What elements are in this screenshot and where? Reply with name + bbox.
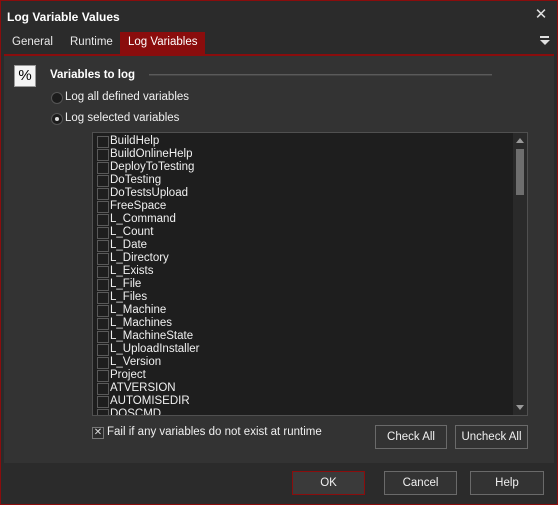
variable-checkbox[interactable] bbox=[97, 149, 109, 161]
window-title: Log Variable Values bbox=[7, 10, 120, 24]
list-item[interactable]: L_MachineState bbox=[93, 330, 511, 343]
list-item[interactable]: L_Command bbox=[93, 213, 511, 226]
title-bar: Log Variable Values ✕ bbox=[1, 1, 557, 31]
variable-checkbox[interactable] bbox=[97, 331, 109, 343]
variable-checkbox[interactable] bbox=[97, 357, 109, 369]
list-item[interactable]: FreeSpace bbox=[93, 200, 511, 213]
tab-content: % Variables to log Log all defined varia… bbox=[4, 56, 554, 463]
list-item[interactable]: DoTestsUpload bbox=[93, 187, 511, 200]
variable-name: DoTesting bbox=[110, 174, 162, 186]
variable-checkbox[interactable] bbox=[97, 240, 109, 252]
variable-checkbox[interactable] bbox=[97, 318, 109, 330]
tab-general[interactable]: General bbox=[4, 32, 61, 54]
check-all-button[interactable]: Check All bbox=[375, 425, 447, 449]
list-item[interactable]: ATVERSION bbox=[93, 382, 511, 395]
variable-name: FreeSpace bbox=[110, 200, 167, 212]
variable-name: L_Exists bbox=[110, 265, 154, 277]
tab-bar: General Runtime Log Variables bbox=[4, 32, 554, 56]
list-item[interactable]: L_Count bbox=[93, 226, 511, 239]
ok-button[interactable]: OK bbox=[292, 471, 365, 495]
variable-checkbox[interactable] bbox=[97, 201, 109, 213]
list-item[interactable]: BuildHelp bbox=[93, 135, 511, 148]
variable-name: DoTestsUpload bbox=[110, 187, 188, 199]
list-item[interactable]: L_Version bbox=[93, 356, 511, 369]
cancel-button[interactable]: Cancel bbox=[384, 471, 457, 495]
help-button[interactable]: Help bbox=[470, 471, 544, 495]
tab-menu-icon[interactable] bbox=[540, 36, 550, 48]
variable-checkbox[interactable] bbox=[97, 227, 109, 239]
variable-name: L_MachineState bbox=[110, 330, 194, 342]
radio-indicator[interactable] bbox=[51, 113, 63, 125]
dialog-footer: OK Cancel Help bbox=[1, 463, 557, 504]
tab-log-variables[interactable]: Log Variables bbox=[120, 32, 206, 54]
variable-name: L_Machine bbox=[110, 304, 167, 316]
variable-checkbox[interactable] bbox=[97, 253, 109, 265]
variable-name: L_Machines bbox=[110, 317, 173, 329]
tab-runtime[interactable]: Runtime bbox=[62, 32, 121, 54]
list-item[interactable]: DoTesting bbox=[93, 174, 511, 187]
variable-checkbox[interactable] bbox=[97, 409, 109, 415]
list-item[interactable]: L_Machine bbox=[93, 304, 511, 317]
variable-checkbox[interactable] bbox=[97, 214, 109, 226]
variable-checkbox[interactable] bbox=[97, 279, 109, 291]
list-item[interactable]: AUTOMISEDIR bbox=[93, 395, 511, 408]
checkbox-check-icon[interactable]: ✕ bbox=[92, 427, 104, 439]
scroll-up-icon[interactable] bbox=[516, 138, 524, 143]
variable-checkbox[interactable] bbox=[97, 396, 109, 408]
radio-label: Log all defined variables bbox=[65, 91, 190, 103]
close-icon[interactable]: ✕ bbox=[533, 6, 549, 24]
list-item[interactable]: DeployToTesting bbox=[93, 161, 511, 174]
list-item[interactable]: L_Files bbox=[93, 291, 511, 304]
variable-name: Project bbox=[110, 369, 146, 381]
percent-icon: % bbox=[14, 65, 36, 87]
variables-list: BuildHelp BuildOnlineHelp DeployToTesting D… bbox=[93, 135, 511, 416]
list-item[interactable]: L_Date bbox=[93, 239, 511, 252]
radio-label: Log selected variables bbox=[65, 112, 180, 124]
variable-name: L_Version bbox=[110, 356, 162, 368]
variable-name: L_Count bbox=[110, 226, 154, 238]
variable-name: L_Command bbox=[110, 213, 176, 225]
variable-name: L_Files bbox=[110, 291, 148, 303]
variable-name: AUTOMISEDIR bbox=[110, 395, 190, 407]
scroll-thumb[interactable] bbox=[516, 149, 524, 195]
list-item[interactable]: L_Machines bbox=[93, 317, 511, 330]
variable-name: DOSCMD bbox=[110, 408, 162, 416]
list-item[interactable]: DOSCMD bbox=[93, 408, 511, 416]
list-item[interactable]: L_File bbox=[93, 278, 511, 291]
radio-indicator[interactable] bbox=[51, 92, 63, 104]
list-item[interactable]: L_UploadInstaller bbox=[93, 343, 511, 356]
variables-checklist[interactable]: BuildHelp BuildOnlineHelp DeployToTesting D… bbox=[92, 132, 528, 416]
variable-name: BuildHelp bbox=[110, 135, 160, 147]
list-item[interactable]: Project bbox=[93, 369, 511, 382]
variable-checkbox[interactable] bbox=[97, 370, 109, 382]
group-title: Variables to log bbox=[50, 69, 135, 81]
variable-checkbox[interactable] bbox=[97, 292, 109, 304]
variable-name: L_Directory bbox=[110, 252, 169, 264]
variable-checkbox[interactable] bbox=[97, 136, 109, 148]
variable-checkbox[interactable] bbox=[97, 162, 109, 174]
variable-checkbox[interactable] bbox=[97, 175, 109, 187]
fail-if-missing-label: Fail if any variables do not exist at ru… bbox=[107, 426, 322, 438]
variable-checkbox[interactable] bbox=[97, 305, 109, 317]
log-variable-values-dialog: Log Variable Values ✕ General Runtime Lo… bbox=[0, 0, 558, 505]
variable-name: L_File bbox=[110, 278, 142, 290]
variable-checkbox[interactable] bbox=[97, 344, 109, 356]
uncheck-all-button[interactable]: Uncheck All bbox=[455, 425, 528, 449]
variable-name: BuildOnlineHelp bbox=[110, 148, 193, 160]
variable-checkbox[interactable] bbox=[97, 266, 109, 278]
variable-name: ATVERSION bbox=[110, 382, 176, 394]
variable-name: L_Date bbox=[110, 239, 148, 251]
variable-name: DeployToTesting bbox=[110, 161, 195, 173]
variable-checkbox[interactable] bbox=[97, 188, 109, 200]
variable-checkbox[interactable] bbox=[97, 383, 109, 395]
group-divider bbox=[149, 74, 492, 76]
list-item[interactable]: BuildOnlineHelp bbox=[93, 148, 511, 161]
variable-name: L_UploadInstaller bbox=[110, 343, 200, 355]
list-item[interactable]: L_Directory bbox=[93, 252, 511, 265]
scroll-down-icon[interactable] bbox=[516, 405, 524, 410]
list-item[interactable]: L_Exists bbox=[93, 265, 511, 278]
vertical-scrollbar[interactable] bbox=[513, 133, 527, 415]
